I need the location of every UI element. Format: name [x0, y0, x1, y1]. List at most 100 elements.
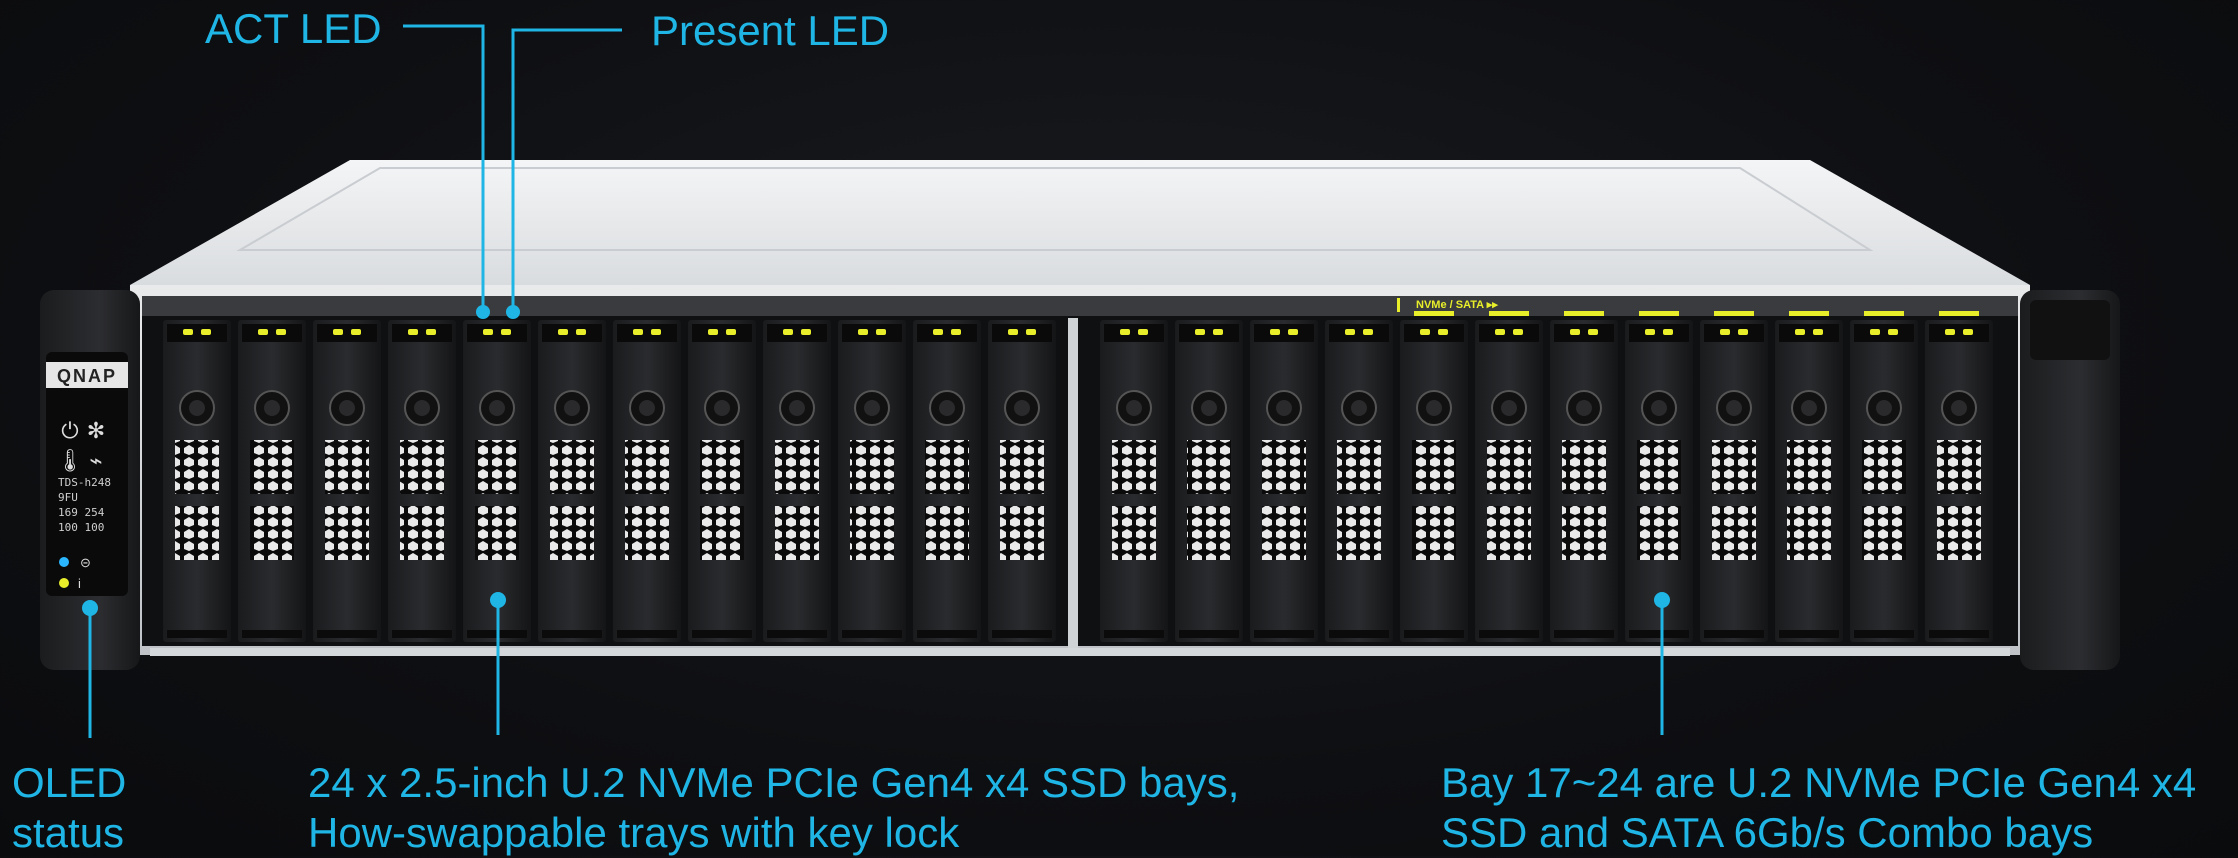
combo-bay-marker — [1414, 311, 1454, 316]
act-led — [351, 329, 361, 335]
vent-grille — [1337, 506, 1381, 560]
vent-grille — [1712, 440, 1756, 494]
act-led — [576, 329, 586, 335]
drive-bay — [1250, 320, 1318, 642]
combo-mark: NVMe / SATA ▸▸ — [1416, 299, 1498, 311]
act-led — [1663, 329, 1673, 335]
combo-bay-marker — [1714, 311, 1754, 316]
fan-icon: ✻ — [87, 418, 105, 443]
oled-status-label: OLED status — [12, 758, 126, 858]
act-led — [1026, 329, 1036, 335]
present-led — [558, 329, 568, 335]
drive-bay — [838, 320, 906, 642]
vent-grille — [1862, 506, 1906, 560]
present-led — [1645, 329, 1655, 335]
act-led — [951, 329, 961, 335]
combo-bay-marker — [1489, 311, 1529, 316]
combo-label-line1: Bay 17~24 are U.2 NVMe PCIe Gen4 x4 — [1441, 759, 2197, 806]
nas-illustration: NVMe / SATA ▸▸ QNAP ⏻ ✻ 🌡 ⌁ TDS-h248 9FU 1… — [40, 24, 2120, 738]
combo-bay-marker — [1789, 311, 1829, 316]
drive-bay — [763, 320, 831, 642]
vent-grille — [775, 440, 819, 494]
vent-grille — [550, 506, 594, 560]
chassis-top — [130, 160, 2030, 285]
vent-grille — [1562, 506, 1606, 560]
vent-grille — [1412, 440, 1456, 494]
present-led — [708, 329, 718, 335]
present-led-label: Present LED — [651, 7, 890, 54]
present-led — [1270, 329, 1280, 335]
vent-grille — [550, 440, 594, 494]
combo-bay-marker — [1939, 311, 1979, 316]
drive-bay — [1100, 320, 1168, 642]
vent-grille — [925, 440, 969, 494]
drive-bay — [1700, 320, 1768, 642]
vent-grille — [925, 506, 969, 560]
vent-grille — [1412, 506, 1456, 560]
drive-bay — [1925, 320, 1993, 642]
drive-bay — [163, 320, 231, 642]
bays-label: 24 x 2.5-inch U.2 NVMe PCIe Gen4 x4 SSD … — [308, 758, 1239, 858]
act-led — [201, 329, 211, 335]
present-led — [1008, 329, 1018, 335]
vent-grille — [700, 506, 744, 560]
present-led — [1720, 329, 1730, 335]
vent-grille — [175, 506, 219, 560]
drive-bay — [238, 320, 306, 642]
drive-bay — [388, 320, 456, 642]
vent-grille — [625, 440, 669, 494]
vent-grille — [325, 440, 369, 494]
vent-grille — [175, 440, 219, 494]
vent-grille — [1937, 506, 1981, 560]
present-led — [1795, 329, 1805, 335]
vent-grille — [625, 506, 669, 560]
vent-grille — [475, 506, 519, 560]
vent-grille — [1262, 440, 1306, 494]
act-led — [1738, 329, 1748, 335]
combo-bays-label: Bay 17~24 are U.2 NVMe PCIe Gen4 x4 SSD … — [1441, 758, 2196, 858]
vent-grille — [1937, 440, 1981, 494]
act-led — [876, 329, 886, 335]
vent-grille — [400, 440, 444, 494]
drive-bay — [538, 320, 606, 642]
act-led-label: ACT LED — [205, 5, 382, 52]
vent-grille — [1637, 506, 1681, 560]
vent-grille — [325, 506, 369, 560]
drive-bay — [988, 320, 1056, 642]
present-led — [258, 329, 268, 335]
act-led — [426, 329, 436, 335]
svg-text:i: i — [78, 576, 81, 591]
act-led — [726, 329, 736, 335]
vent-grille — [1187, 440, 1231, 494]
svg-text:⊝: ⊝ — [80, 555, 91, 570]
vent-grille — [850, 506, 894, 560]
present-led — [1870, 329, 1880, 335]
act-led — [276, 329, 286, 335]
drive-bay — [613, 320, 681, 642]
combo-label-line2: SSD and SATA 6Gb/s Combo bays — [1441, 809, 2094, 856]
vent-grille — [250, 506, 294, 560]
vent-grille — [1337, 440, 1381, 494]
vent-grille — [1112, 506, 1156, 560]
drive-bay — [688, 320, 756, 642]
psu-icon: ⌁ — [89, 448, 102, 473]
bays-label-line1: 24 x 2.5-inch U.2 NVMe PCIe Gen4 x4 SSD … — [308, 759, 1240, 806]
yellow-status-led — [59, 578, 69, 588]
combo-bay-marker — [1639, 311, 1679, 316]
present-led — [1495, 329, 1505, 335]
act-led — [1288, 329, 1298, 335]
vent-grille — [1487, 440, 1531, 494]
act-led — [1213, 329, 1223, 335]
vent-grille — [1000, 506, 1044, 560]
oled-label-line2: status — [12, 809, 125, 856]
vent-grille — [1187, 506, 1231, 560]
present-led — [183, 329, 193, 335]
vent-grille — [700, 440, 744, 494]
vent-grille — [1787, 440, 1831, 494]
present-led — [1420, 329, 1430, 335]
drive-bay — [313, 320, 381, 642]
oled-label-line1: OLED — [12, 759, 127, 806]
present-led — [483, 329, 493, 335]
act-led — [1963, 329, 1973, 335]
act-led — [1513, 329, 1523, 335]
